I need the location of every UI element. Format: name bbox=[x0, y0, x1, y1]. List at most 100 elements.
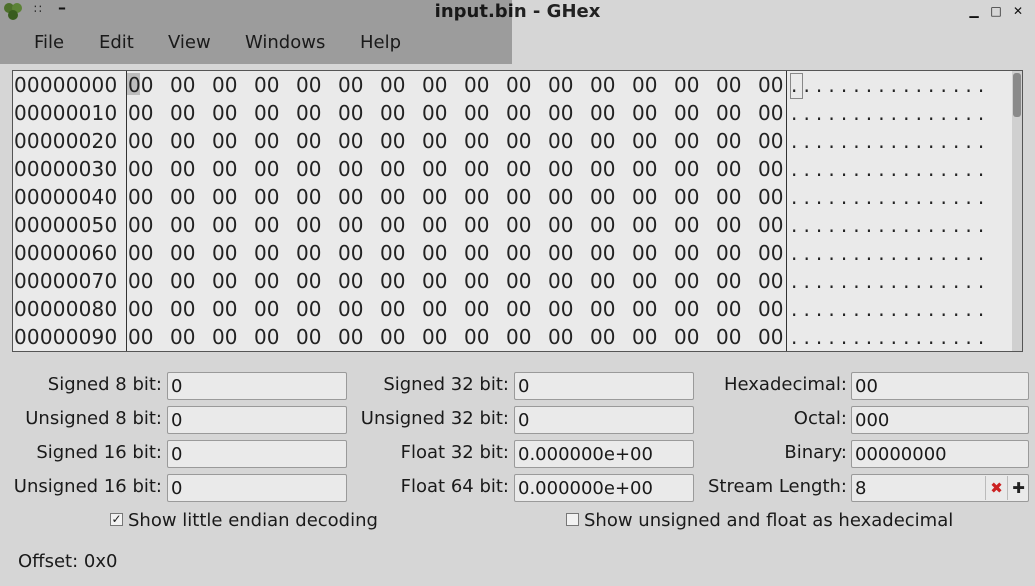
ascii-text[interactable]: ................ bbox=[791, 239, 990, 267]
hex-byte[interactable]: 00 bbox=[506, 71, 531, 99]
hex-byte[interactable]: 00 bbox=[716, 71, 741, 99]
hex-byte[interactable]: 00 bbox=[716, 211, 741, 239]
float-64-field[interactable]: 0.000000e+00 bbox=[514, 474, 694, 502]
hex-byte[interactable]: 00 bbox=[170, 127, 195, 155]
hex-byte[interactable]: 00 bbox=[590, 323, 615, 351]
hex-byte[interactable]: 00 bbox=[758, 267, 783, 295]
menu-file[interactable]: File bbox=[34, 32, 64, 53]
hex-byte[interactable]: 00 bbox=[422, 127, 447, 155]
hexadecimal-field[interactable]: 00 bbox=[851, 372, 1029, 400]
hex-byte[interactable]: 00 bbox=[296, 211, 321, 239]
hex-byte[interactable]: 00 bbox=[506, 99, 531, 127]
unsigned-16-field[interactable]: 0 bbox=[167, 474, 347, 502]
ascii-text[interactable]: ................ bbox=[791, 155, 990, 183]
hex-byte[interactable]: 00 bbox=[254, 323, 279, 351]
hex-byte[interactable]: 00 bbox=[674, 99, 699, 127]
ascii-text[interactable]: ................ bbox=[791, 71, 990, 99]
hex-byte[interactable]: 00 bbox=[506, 183, 531, 211]
hex-byte[interactable]: 00 bbox=[674, 239, 699, 267]
hex-byte[interactable]: 00 bbox=[674, 323, 699, 351]
hex-byte[interactable]: 00 bbox=[170, 183, 195, 211]
hex-byte[interactable]: 00 bbox=[716, 127, 741, 155]
hex-byte[interactable]: 00 bbox=[464, 127, 489, 155]
hex-view[interactable]: 00000000 00 00 00 00 00 00 00 00 00 00 00 00 00 00 00 00… bbox=[12, 70, 1023, 352]
hex-byte[interactable]: 00 bbox=[296, 99, 321, 127]
hex-byte[interactable]: 00 bbox=[212, 323, 237, 351]
hex-byte[interactable]: 00 bbox=[128, 127, 153, 155]
hex-byte[interactable]: 00 bbox=[758, 99, 783, 127]
hex-byte[interactable]: 00 bbox=[590, 295, 615, 323]
hex-byte[interactable]: 00 bbox=[716, 267, 741, 295]
hex-byte[interactable]: 00 bbox=[338, 323, 363, 351]
increase-icon[interactable]: ✚ bbox=[1007, 476, 1029, 500]
hex-byte[interactable]: 00 bbox=[464, 183, 489, 211]
hex-byte[interactable]: 00 bbox=[128, 239, 153, 267]
hex-byte[interactable]: 00 bbox=[758, 127, 783, 155]
hex-byte[interactable]: 00 bbox=[338, 155, 363, 183]
close-button[interactable]: ✕ bbox=[1010, 3, 1026, 19]
hex-byte[interactable]: 00 bbox=[758, 295, 783, 323]
hex-byte[interactable]: 00 bbox=[296, 71, 321, 99]
hex-byte[interactable]: 00 bbox=[590, 127, 615, 155]
hex-byte[interactable]: 00 bbox=[170, 211, 195, 239]
hex-byte[interactable]: 00 bbox=[548, 71, 573, 99]
hex-byte[interactable]: 00 bbox=[548, 211, 573, 239]
hex-byte[interactable]: 00 bbox=[254, 155, 279, 183]
signed-8-field[interactable]: 0 bbox=[167, 372, 347, 400]
hex-byte[interactable]: 00 bbox=[674, 267, 699, 295]
hex-byte[interactable]: 00 bbox=[170, 99, 195, 127]
hex-byte[interactable]: 00 bbox=[674, 155, 699, 183]
hex-byte[interactable]: 00 bbox=[632, 323, 657, 351]
hex-byte[interactable]: 00 bbox=[716, 155, 741, 183]
minimize-button[interactable]: ▁ bbox=[966, 3, 982, 19]
hex-byte[interactable]: 00 bbox=[254, 267, 279, 295]
hex-byte[interactable]: 00 bbox=[716, 239, 741, 267]
hex-byte[interactable]: 00 bbox=[716, 183, 741, 211]
hex-byte[interactable]: 00 bbox=[380, 211, 405, 239]
hex-byte[interactable]: 00 bbox=[422, 211, 447, 239]
hex-byte[interactable]: 00 bbox=[380, 183, 405, 211]
hex-byte[interactable]: 00 bbox=[128, 71, 153, 99]
hex-byte[interactable]: 00 bbox=[632, 99, 657, 127]
hex-byte[interactable]: 00 bbox=[212, 127, 237, 155]
hex-byte[interactable]: 00 bbox=[464, 155, 489, 183]
hex-byte[interactable]: 00 bbox=[254, 99, 279, 127]
signed-16-field[interactable]: 0 bbox=[167, 440, 347, 468]
hex-byte[interactable]: 00 bbox=[758, 323, 783, 351]
hex-byte[interactable]: 00 bbox=[464, 239, 489, 267]
hex-byte[interactable]: 00 bbox=[590, 183, 615, 211]
hex-byte[interactable]: 00 bbox=[338, 295, 363, 323]
maximize-button[interactable]: □ bbox=[988, 3, 1004, 19]
hex-byte[interactable]: 00 bbox=[296, 155, 321, 183]
hex-byte[interactable]: 00 bbox=[296, 323, 321, 351]
hex-byte[interactable]: 00 bbox=[590, 99, 615, 127]
hex-byte[interactable]: 00 bbox=[128, 267, 153, 295]
hex-byte[interactable]: 00 bbox=[128, 155, 153, 183]
hex-byte[interactable]: 00 bbox=[296, 127, 321, 155]
hex-byte[interactable]: 00 bbox=[716, 99, 741, 127]
ascii-text[interactable]: ................ bbox=[791, 99, 990, 127]
hex-byte[interactable]: 00 bbox=[464, 71, 489, 99]
hex-byte[interactable]: 00 bbox=[716, 323, 741, 351]
hex-byte[interactable]: 00 bbox=[758, 239, 783, 267]
hex-byte[interactable]: 00 bbox=[632, 211, 657, 239]
hex-byte[interactable]: 00 bbox=[128, 295, 153, 323]
hex-byte[interactable]: 00 bbox=[422, 239, 447, 267]
hex-byte[interactable]: 00 bbox=[674, 295, 699, 323]
hex-byte[interactable]: 00 bbox=[254, 239, 279, 267]
hex-byte[interactable]: 00 bbox=[254, 211, 279, 239]
menu-windows[interactable]: Windows bbox=[245, 32, 325, 53]
hex-byte[interactable]: 00 bbox=[254, 183, 279, 211]
hex-byte[interactable]: 00 bbox=[170, 155, 195, 183]
hex-byte[interactable]: 00 bbox=[128, 183, 153, 211]
signed-32-field[interactable]: 0 bbox=[514, 372, 694, 400]
hex-byte[interactable]: 00 bbox=[590, 239, 615, 267]
hex-byte[interactable]: 00 bbox=[422, 267, 447, 295]
hex-byte[interactable]: 00 bbox=[758, 71, 783, 99]
hex-byte[interactable]: 00 bbox=[422, 155, 447, 183]
hex-byte[interactable]: 00 bbox=[506, 267, 531, 295]
hex-byte[interactable]: 00 bbox=[296, 239, 321, 267]
unsigned-32-field[interactable]: 0 bbox=[514, 406, 694, 434]
hex-byte[interactable]: 00 bbox=[506, 323, 531, 351]
hex-byte[interactable]: 00 bbox=[548, 99, 573, 127]
